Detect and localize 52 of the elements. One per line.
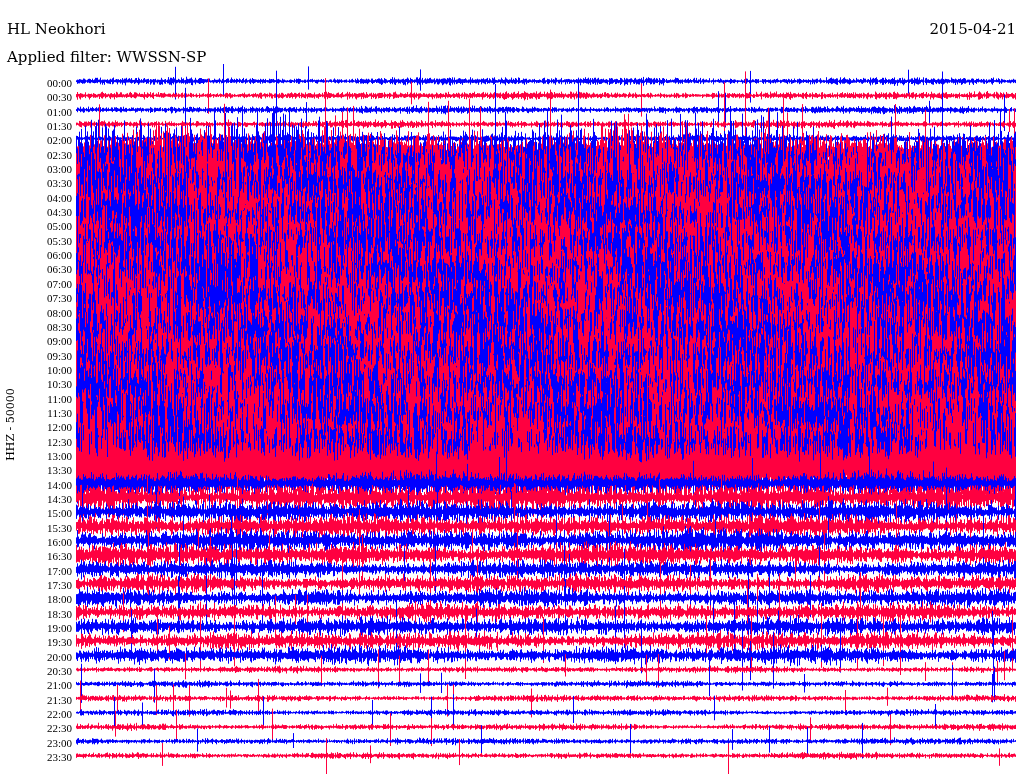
time-label: 21:30	[45, 692, 73, 708]
time-label: 12:00	[45, 420, 73, 435]
station-title: HL Neokhori	[7, 20, 106, 40]
time-label: 09:00	[45, 334, 73, 349]
time-label: 18:00	[45, 592, 73, 607]
time-label: 19:00	[45, 621, 73, 636]
time-label: 07:30	[45, 291, 73, 306]
time-label: 18:30	[45, 606, 73, 622]
channel-axis-label: HHZ - 50000	[3, 387, 17, 461]
time-label: 00:30	[45, 90, 73, 105]
time-label: 19:30	[45, 635, 73, 650]
time-label: 20:00	[45, 649, 73, 665]
date-label: 2015-04-21	[929, 20, 1016, 40]
time-label: 06:30	[45, 262, 73, 277]
time-label: 14:30	[45, 491, 73, 507]
time-label: 11:00	[46, 391, 73, 406]
filter-label: Applied filter: WWSSN-SP	[7, 48, 207, 66]
time-label: 01:30	[45, 119, 73, 134]
time-label: 16:00	[45, 535, 73, 550]
time-label: 04:00	[45, 190, 73, 206]
time-label: 13:30	[45, 463, 73, 478]
time-label: 03:30	[45, 176, 73, 191]
time-label: 17:30	[45, 578, 73, 593]
time-label: 16:30	[45, 549, 73, 564]
time-label: 05:30	[45, 233, 73, 249]
time-label: 21:00	[45, 678, 73, 693]
time-label: 03:00	[45, 162, 73, 177]
time-label: 22:00	[45, 707, 73, 722]
time-label: 08:30	[45, 319, 73, 335]
time-label: 02:30	[45, 147, 73, 163]
time-label: 23:30	[45, 750, 73, 765]
time-label: 11:30	[46, 405, 73, 421]
time-label: 15:00	[45, 506, 73, 521]
time-label: 10:00	[45, 362, 73, 378]
time-label: 04:30	[45, 205, 73, 220]
time-label: 20:30	[45, 664, 73, 679]
time-label: 23:00	[45, 735, 73, 751]
time-label: 12:30	[45, 434, 73, 449]
time-label: 15:30	[45, 520, 73, 535]
time-label: 10:30	[45, 377, 73, 392]
time-label: 01:00	[45, 104, 73, 120]
time-label: 09:30	[45, 348, 73, 363]
time-label: 22:30	[45, 721, 73, 736]
time-label: 05:00	[45, 219, 73, 234]
time-label: 07:00	[45, 276, 73, 292]
time-label: 06:00	[45, 248, 73, 263]
time-label: 17:00	[45, 563, 73, 579]
time-label: 02:00	[45, 133, 73, 148]
time-label: 14:00	[45, 477, 73, 492]
time-label: 00:00	[45, 76, 73, 91]
time-label: 13:00	[45, 448, 73, 464]
time-label: 08:00	[45, 305, 73, 320]
